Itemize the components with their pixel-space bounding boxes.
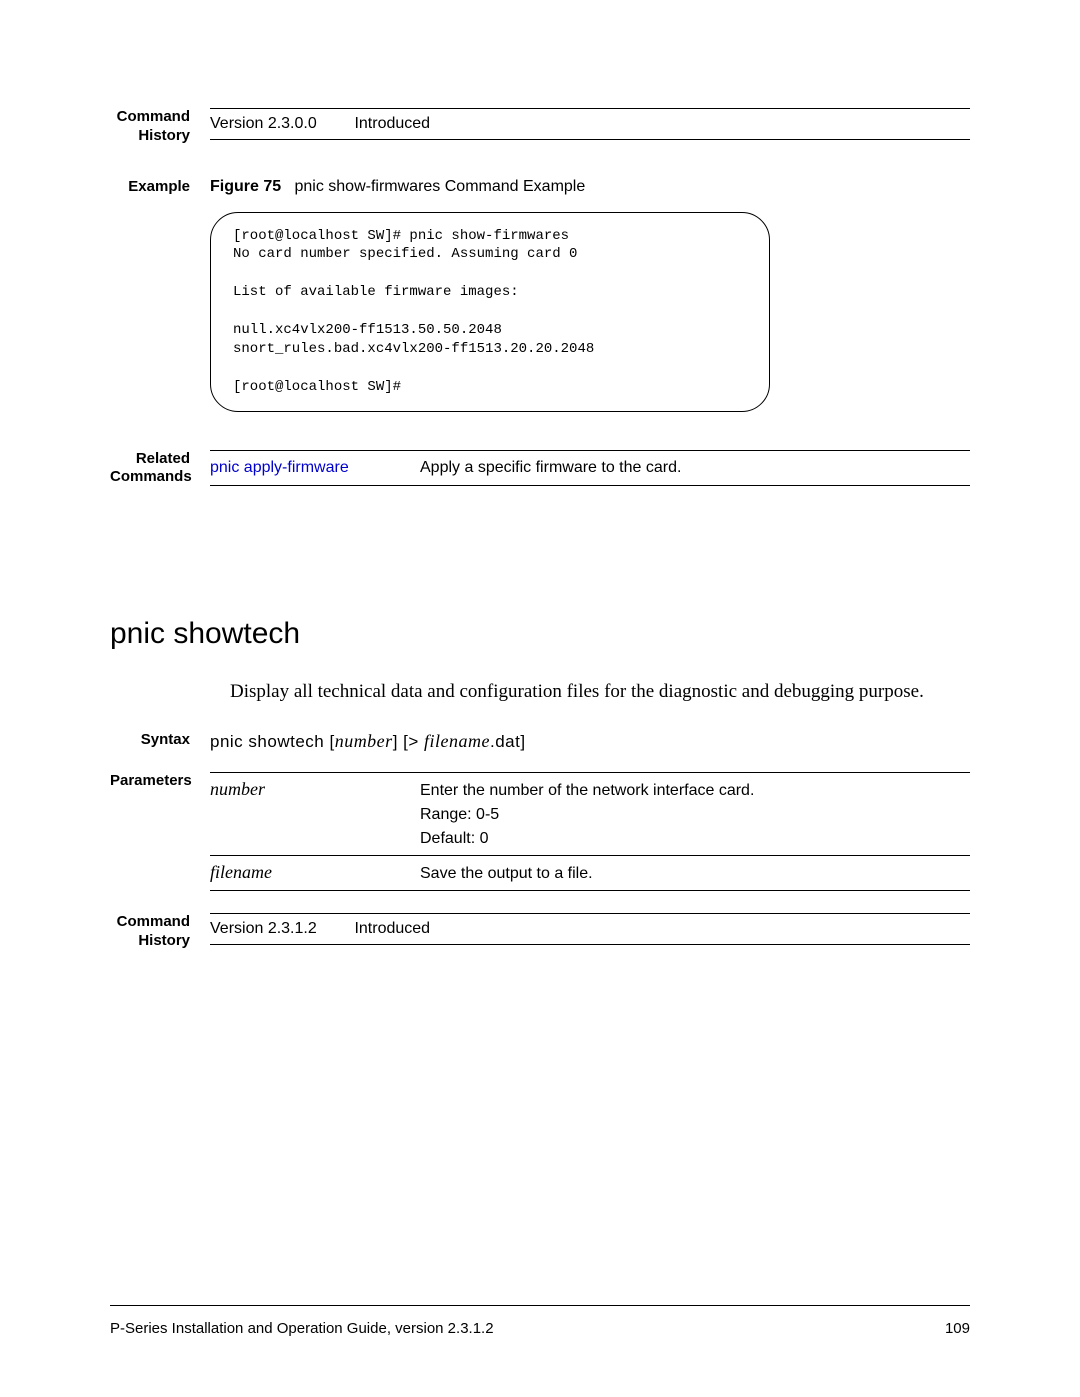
related-commands-section: Related Commands pnic apply-firmware App… — [110, 450, 970, 488]
syntax-arg-filename: filename — [424, 731, 490, 751]
section-heading: pnic showtech — [110, 617, 970, 651]
footer-title: P-Series Installation and Operation Guid… — [110, 1320, 494, 1337]
param-name: number — [210, 779, 420, 851]
parameters-label: Parameters — [110, 772, 210, 791]
page-number: 109 — [945, 1320, 970, 1337]
history-version: Version 2.3.0.0 — [210, 115, 350, 133]
figure-caption: Figure 75 pnic show-firmwares Command Ex… — [210, 168, 970, 206]
history-status: Introduced — [354, 920, 430, 937]
parameters-section: Parameters number Enter the number of th… — [110, 772, 970, 891]
param-row-number: number Enter the number of the network i… — [210, 773, 970, 855]
command-history-1: Command History Version 2.3.0.0 Introduc… — [110, 108, 970, 146]
page-footer: P-Series Installation and Operation Guid… — [110, 1305, 970, 1337]
figure-title: pnic show-firmwares Command Example — [294, 178, 585, 195]
history-status: Introduced — [354, 115, 430, 132]
command-history-content: Version 2.3.0.0 Introduced — [210, 108, 970, 140]
syntax-mid: ] [> — [393, 732, 424, 751]
param-desc-line: Enter the number of the network interfac… — [420, 779, 754, 803]
related-command-desc: Apply a specific firmware to the card. — [420, 459, 681, 477]
param-desc: Save the output to a file. — [420, 862, 593, 886]
param-name: filename — [210, 862, 420, 886]
section-description: Display all technical data and configura… — [230, 681, 970, 703]
param-desc-line: Default: 0 — [420, 827, 754, 851]
example-section: Example Figure 75 pnic show-firmwares Co… — [110, 168, 970, 412]
syntax-arg-number: number — [335, 731, 393, 751]
syntax-label: Syntax — [110, 731, 210, 750]
syntax-suffix: .dat] — [490, 732, 526, 751]
syntax-command: pnic showtech — [210, 732, 324, 751]
example-label: Example — [110, 168, 210, 197]
param-row-filename: filename Save the output to a file. — [210, 856, 970, 890]
related-command-link[interactable]: pnic apply-firmware — [210, 459, 420, 477]
history-version: Version 2.3.1.2 — [210, 920, 350, 938]
param-desc: Enter the number of the network interfac… — [420, 779, 754, 851]
syntax-section: Syntax pnic showtech [number] [> filenam… — [110, 731, 970, 752]
related-commands-label: Related Commands — [110, 450, 210, 488]
syntax-line: pnic showtech [number] [> filename.dat] — [210, 732, 526, 751]
command-history-label: Command History — [110, 108, 210, 146]
command-history-2: Command History Version 2.3.1.2 Introduc… — [110, 913, 970, 951]
command-history-label: Command History — [110, 913, 210, 951]
figure-number: Figure 75 — [210, 178, 281, 195]
terminal-output: [root@localhost SW]# pnic show-firmwares… — [210, 212, 770, 412]
param-desc-line: Range: 0-5 — [420, 803, 754, 827]
